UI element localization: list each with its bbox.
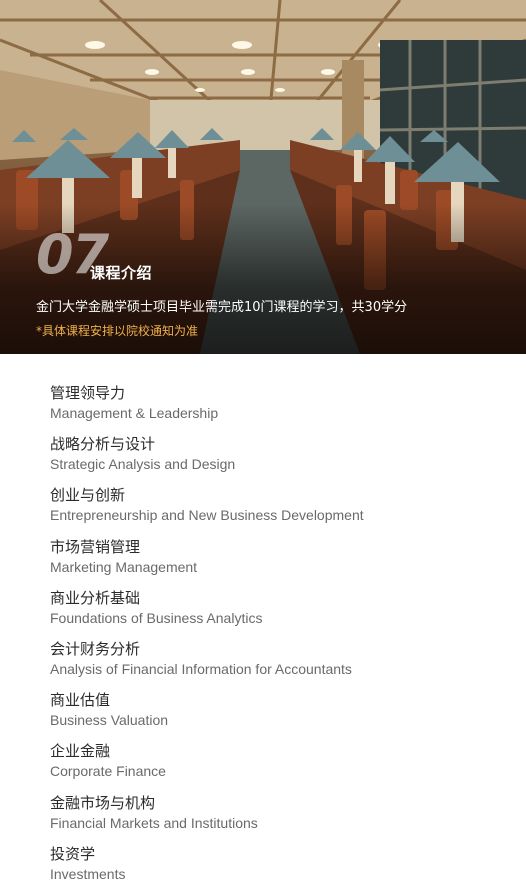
course-list: 管理领导力 Management & Leadership 战略分析与设计 St… (50, 383, 510, 895)
section-note: *具体课程安排以院校通知为准 (36, 324, 199, 338)
course-name-cn: 战略分析与设计 (50, 435, 156, 454)
course-name-cn: 会计财务分析 (50, 639, 141, 658)
course-item: 商业分析基础 Foundations of Business Analytics (50, 588, 510, 639)
course-name-en: Financial Markets and Institutions (50, 814, 258, 831)
course-item: 金融市场与机构 Financial Markets and Institutio… (50, 793, 510, 844)
hero-banner: 07 课程介绍 金门大学金融学硕士项目毕业需完成10门课程的学习，共30学分 *… (0, 0, 526, 354)
course-name-cn: 管理领导力 (50, 384, 126, 402)
course-name-en: Marketing Management (50, 558, 198, 575)
course-name-cn: 商业分析基础 (50, 588, 141, 607)
course-item: 企业金融 Corporate Finance (50, 741, 510, 792)
course-name-cn: 商业估值 (50, 691, 111, 710)
course-name-en: Analysis of Financial Information for Ac… (50, 660, 352, 677)
course-name-en: Strategic Analysis and Design (50, 456, 236, 473)
course-item: 会计财务分析 Analysis of Financial Information… (50, 639, 510, 690)
course-name-cn: 创业与创新 (50, 486, 126, 505)
section-description: 金门大学金融学硕士项目毕业需完成10门课程的学习，共30学分 (36, 300, 408, 315)
course-item: 投资学 Investments (50, 844, 510, 895)
course-name-en: Investments (50, 865, 126, 882)
course-item: 市场营销管理 Marketing Management (50, 537, 510, 588)
course-item: 创业与创新 Entrepreneurship and New Business … (50, 485, 510, 536)
course-item: 管理领导力 Management & Leadership (50, 383, 510, 434)
course-name-cn: 投资学 (50, 844, 96, 863)
course-name-en: Entrepreneurship and New Business Develo… (50, 507, 364, 524)
course-name-en: Business Valuation (50, 712, 169, 729)
course-name-cn: 金融市场与机构 (50, 793, 156, 812)
course-item: 商业估值 Business Valuation (50, 690, 510, 741)
section-title: 课程介绍 (90, 264, 153, 282)
course-name-en: Foundations of Business Analytics (50, 609, 263, 626)
course-name-en: Corporate Finance (50, 763, 166, 780)
course-name-en: Management & Leadership (50, 405, 219, 421)
course-item: 战略分析与设计 Strategic Analysis and Design (50, 434, 510, 485)
course-name-cn: 企业金融 (50, 742, 111, 761)
course-name-cn: 市场营销管理 (50, 537, 141, 556)
